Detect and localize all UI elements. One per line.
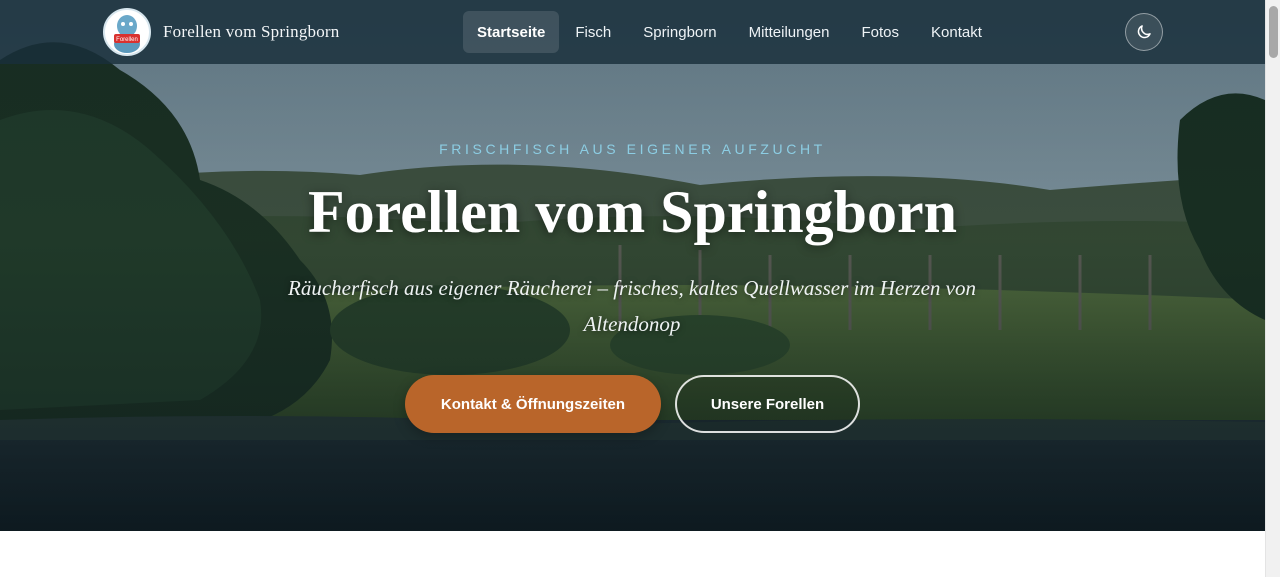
brand-link[interactable]: Forellen Forellen vom Springborn	[103, 8, 339, 56]
nav-item-fotos[interactable]: Fotos	[846, 11, 916, 53]
nav-item-startseite[interactable]: Startseite	[463, 11, 560, 53]
logo-label: Forellen	[116, 37, 138, 43]
nav-item-mitteilungen[interactable]: Mitteilungen	[733, 11, 846, 53]
main-menu: Startseite Fisch Springborn Mitteilungen…	[463, 11, 998, 53]
nav-item-fisch[interactable]: Fisch	[559, 11, 627, 53]
nav-item-kontakt[interactable]: Kontakt	[915, 11, 998, 53]
logo-icon: Forellen	[103, 8, 151, 56]
brand-name: Forellen vom Springborn	[163, 22, 340, 41]
scrollbar-thumb[interactable]	[1269, 6, 1278, 58]
hero-content: FRISCHFISCH AUS EIGENER AUFZUCHT Forelle…	[0, 0, 1265, 531]
theme-toggle-button[interactable]	[1125, 13, 1163, 51]
page-scrollbar[interactable]	[1265, 0, 1280, 577]
hero-eyebrow: FRISCHFISCH AUS EIGENER AUFZUCHT	[439, 141, 826, 157]
moon-icon	[1137, 25, 1151, 39]
top-navbar: Forellen Forellen vom Springborn Startse…	[0, 0, 1265, 64]
hero-subtitle: Räucherfisch aus eigener Räucherei – fri…	[288, 276, 976, 336]
hero-section: FRISCHFISCH AUS EIGENER AUFZUCHT Forelle…	[0, 0, 1265, 531]
hero-title: Forellen vom Springborn	[308, 179, 957, 245]
our-trout-button[interactable]: Unsere Forellen	[675, 375, 860, 433]
nav-item-springborn[interactable]: Springborn	[627, 11, 732, 53]
contact-hours-button[interactable]: Kontakt & Öffnungszeiten	[405, 375, 661, 433]
